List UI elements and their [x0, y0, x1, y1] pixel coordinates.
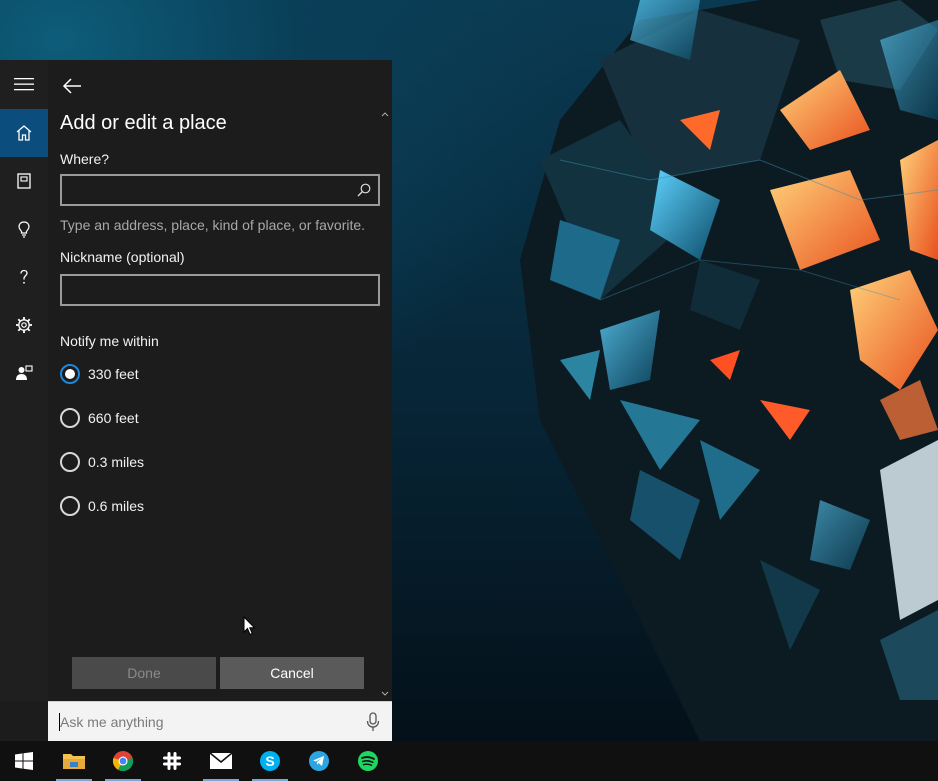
gear-icon [16, 317, 32, 333]
telegram-icon [309, 751, 329, 771]
radio-button-selected[interactable] [60, 364, 80, 384]
help-icon [20, 269, 28, 284]
taskbar-telegram[interactable] [295, 741, 343, 781]
home-icon [16, 125, 32, 141]
radio-label: 0.3 miles [88, 454, 145, 470]
taskbar-spotify[interactable] [344, 741, 392, 781]
spotify-icon [358, 751, 378, 771]
cancel-button[interactable]: Cancel [220, 657, 364, 689]
taskbar: S [0, 741, 938, 781]
search-placeholder: Ask me anything [60, 714, 164, 730]
radio-button[interactable] [60, 452, 80, 472]
taskbar-skype[interactable]: S [246, 741, 294, 781]
hamburger-menu-icon [14, 78, 34, 91]
windows-start-icon [15, 752, 33, 770]
where-label: Where? [60, 151, 110, 167]
taskbar-chrome[interactable] [99, 741, 147, 781]
chrome-icon [112, 751, 134, 772]
radius-option-0-6-miles[interactable]: 0.6 miles [60, 495, 144, 517]
scroll-up-icon[interactable] [381, 110, 389, 118]
radio-button[interactable] [60, 408, 80, 428]
back-button[interactable] [60, 74, 84, 98]
radio-label: 660 feet [88, 410, 139, 426]
rail-notebook-button[interactable] [0, 157, 48, 205]
taskbar-file-explorer[interactable] [50, 741, 98, 781]
radius-option-0-3-miles[interactable]: 0.3 miles [60, 451, 144, 473]
scroll-down-icon[interactable] [381, 690, 389, 698]
cortana-nav-rail [0, 60, 48, 701]
where-hint: Type an address, place, kind of place, o… [60, 217, 366, 233]
start-button[interactable] [0, 741, 48, 781]
search-icon[interactable] [356, 182, 372, 198]
hamburger-menu-button[interactable] [0, 60, 48, 108]
rail-tips-button[interactable] [0, 205, 48, 253]
radius-option-660-feet[interactable]: 660 feet [60, 407, 139, 429]
skype-icon: S [260, 751, 280, 771]
where-input[interactable] [60, 174, 380, 206]
radio-button[interactable] [60, 496, 80, 516]
file-explorer-icon [63, 754, 85, 769]
notify-label: Notify me within [60, 333, 159, 349]
nickname-input[interactable] [60, 274, 380, 306]
done-button[interactable]: Done [72, 657, 216, 689]
nickname-label: Nickname (optional) [60, 249, 185, 265]
cortana-panel: Add or edit a place Where? Type an addre… [0, 60, 392, 741]
rail-settings-button[interactable] [0, 301, 48, 349]
cortana-search-box[interactable]: Ask me anything [48, 701, 392, 741]
rail-feedback-button[interactable] [0, 349, 48, 397]
taskbar-slack[interactable] [148, 741, 196, 781]
add-place-form: Add or edit a place Where? Type an addre… [48, 60, 392, 701]
feedback-icon [16, 365, 33, 380]
microphone-icon[interactable] [366, 712, 380, 732]
svg-text:S: S [265, 753, 274, 769]
mouse-pointer-icon [243, 616, 256, 636]
rail-help-button[interactable] [0, 253, 48, 301]
taskbar-mail[interactable] [197, 741, 245, 781]
lightbulb-icon [18, 221, 30, 238]
radio-label: 330 feet [88, 366, 139, 382]
mail-icon [209, 752, 233, 769]
radius-option-330-feet[interactable]: 330 feet [60, 363, 139, 385]
slack-icon [163, 752, 181, 770]
back-arrow-icon [62, 78, 81, 94]
radio-label: 0.6 miles [88, 498, 145, 514]
page-title: Add or edit a place [60, 112, 227, 134]
notebook-icon [17, 173, 31, 189]
rail-home-button[interactable] [0, 109, 48, 157]
